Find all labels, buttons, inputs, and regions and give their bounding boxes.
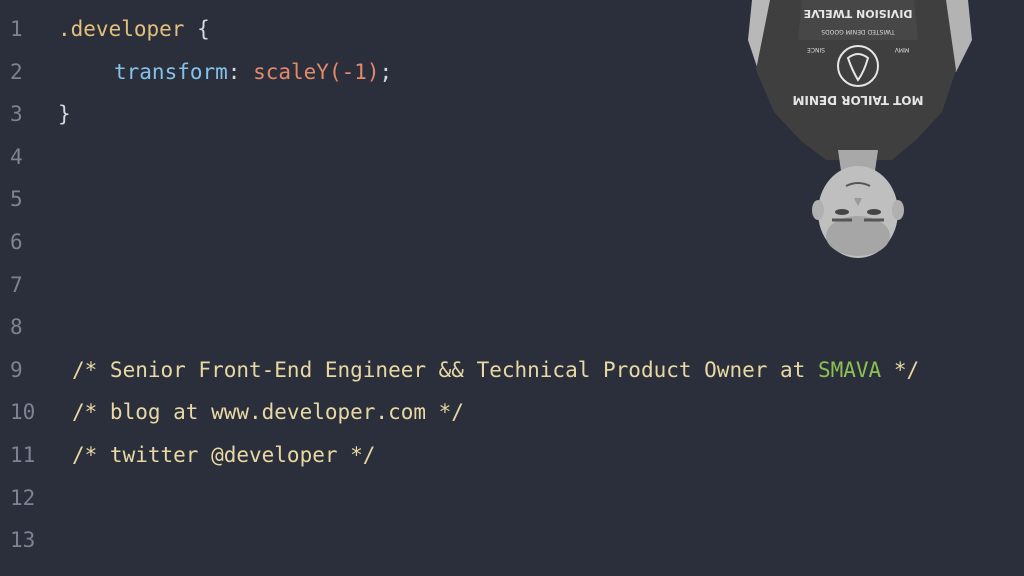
- css-property: transform: [114, 59, 228, 84]
- line-number: 11: [10, 442, 36, 467]
- line-number: 2: [10, 59, 23, 84]
- open-brace: {: [184, 17, 210, 41]
- colon: :: [227, 59, 254, 84]
- line-number: 5: [10, 187, 23, 212]
- code-line-10: /* blog at www.developer.com */: [58, 391, 1024, 434]
- semicolon: ;: [379, 59, 393, 84]
- line-number: 8: [10, 315, 23, 340]
- line-number: 12: [10, 485, 36, 510]
- code-editor: 1 2 3 4 5 6 7 8 9 10 11 12 13 .developer…: [0, 0, 1024, 576]
- line-number: 10: [10, 400, 36, 425]
- line-number: 1: [10, 17, 23, 41]
- close-brace: }: [58, 102, 71, 127]
- comment-role-prefix: /* Senior Front-End Engineer && Technica…: [72, 357, 818, 382]
- company-name: SMAVA: [817, 357, 882, 382]
- shirt-text-small: TWISTED DENIM GOODS: [821, 28, 896, 35]
- shirt-mmv: MMV: [894, 46, 909, 53]
- upside-down-person-photo: DIVISION TWELVE TWISTED DENIM GOODS SINC…: [742, 0, 974, 262]
- line-number: 9: [10, 357, 23, 382]
- line-number: 4: [10, 144, 23, 169]
- comment-role-suffix: */: [881, 357, 920, 382]
- comment-blog: /* blog at www.developer.com */: [72, 400, 464, 425]
- line-number: 6: [10, 229, 23, 254]
- line-number-gutter: 1 2 3 4 5 6 7 8 9 10 11 12 13: [0, 8, 50, 562]
- css-selector: .developer: [58, 17, 185, 41]
- shirt-text-top: DIVISION TWELVE: [804, 7, 913, 20]
- line-number: 7: [10, 272, 23, 297]
- line-number: 3: [10, 102, 23, 127]
- code-line-9: /* Senior Front-End Engineer && Technica…: [58, 349, 1024, 392]
- comment-twitter: /* twitter @developer */: [72, 442, 376, 467]
- shirt-text-arc: MOT TAILOR DENIM: [793, 93, 924, 107]
- code-line-11: /* twitter @developer */: [58, 434, 1024, 477]
- shirt-since: SINCE: [807, 46, 825, 53]
- css-value: scaleY(-1): [253, 59, 380, 84]
- line-number: 13: [10, 528, 36, 553]
